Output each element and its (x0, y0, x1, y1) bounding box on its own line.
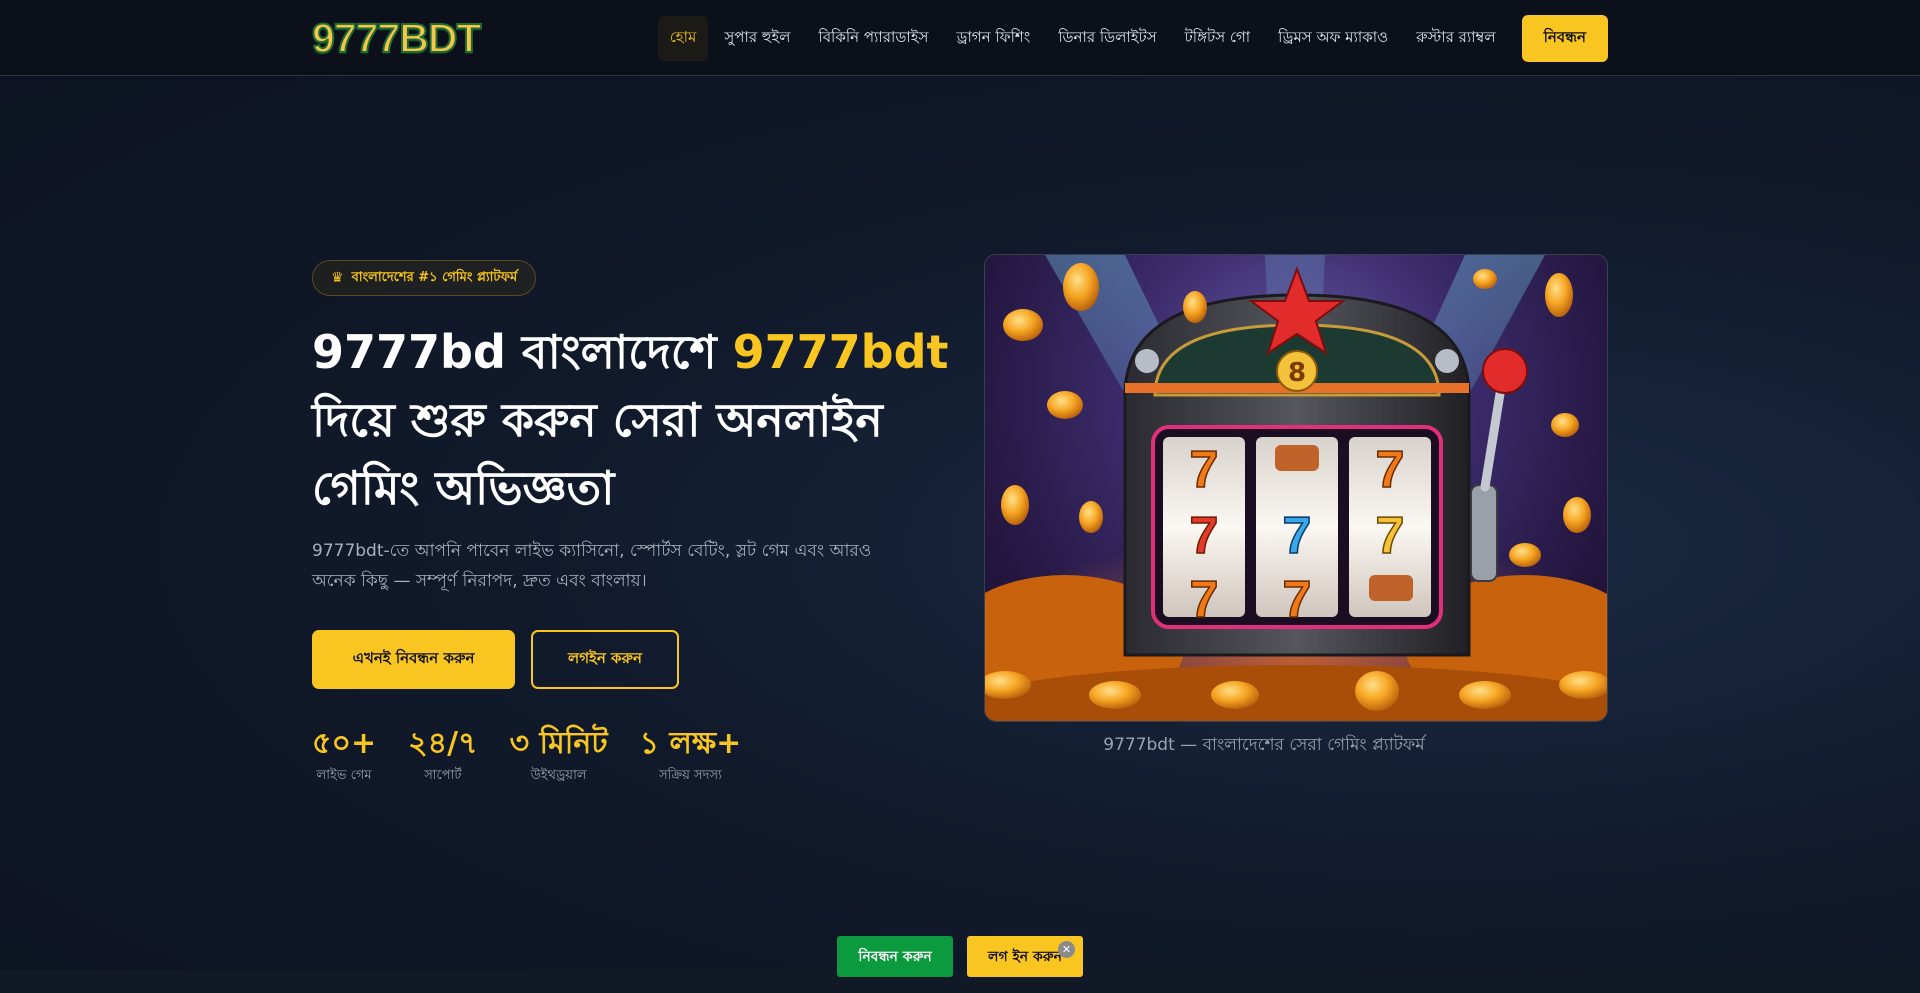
main-nav: হোম সুপার হুইল বিকিনি প্যারাডাইস ড্রাগন … (656, 14, 1608, 62)
svg-text:7: 7 (1283, 571, 1312, 629)
badge-label: বাংলাদেশের #১ গেমিং প্ল্যাটফর্ম (351, 269, 518, 285)
stat-label: সাপোর্ট (424, 768, 462, 783)
crown-icon: ♛ (331, 270, 344, 286)
stats-row: ৫০+ লাইভ গেম ২৪/৭ সাপোর্ট ৩ মিনিট উইথড্র… (312, 724, 741, 787)
bottom-strip (0, 970, 1920, 993)
site-header: 9777BDT হোম সুপার হুইল বিকিনি প্যারাডাইস… (0, 0, 1920, 76)
machine-number: 8 (1288, 358, 1306, 388)
nav-item-super-wheel[interactable]: সুপার হুইল (712, 16, 802, 61)
nav-item-dinner-delights[interactable]: ডিনার ডিলাইটস (1046, 16, 1168, 61)
platform-badge: ♛ বাংলাদেশের #১ গেমিং প্ল্যাটফর্ম (312, 260, 537, 296)
stat-value: ৩ মিনিট (509, 726, 608, 761)
stat-withdrawal: ৩ মিনিট উইথড্রয়াল (510, 724, 608, 787)
svg-text:7: 7 (1190, 507, 1219, 565)
hero-title-accent: 9777bdt (732, 325, 949, 379)
floating-register-button[interactable]: নিবন্ধন করুন (837, 936, 953, 977)
nav-item-home[interactable]: হোম (657, 15, 709, 61)
image-caption: 9777bdt — বাংলাদেশের সেরা গেমিং প্ল্যাটফ… (1103, 735, 1425, 755)
hero-title: 9777bd বাংলাদেশে 9777bdt দিয়ে শুরু করুন … (312, 318, 952, 522)
nav-item-bikini-paradise[interactable]: বিকিনি প্যারাডাইস (806, 16, 940, 61)
stat-support: ২৪/৭ সাপোর্ট (408, 724, 477, 787)
nav-item-dragon-fishing[interactable]: ড্রাগন ফিশিং (944, 16, 1042, 61)
hero-description: 9777bdt-তে আপনি পাবেন লাইভ ক্যাসিনো, স্প… (312, 541, 872, 591)
hero-title-part1: 9777bd বাংলাদেশে (312, 325, 733, 379)
stat-label: লাইভ গেম (316, 768, 372, 783)
stat-label: উইথড্রয়াল (530, 768, 587, 783)
stat-label: সক্রিয় সদস্য (659, 768, 722, 783)
header-register-button[interactable]: নিবন্ধন (1521, 14, 1608, 62)
svg-text:7: 7 (1376, 441, 1405, 499)
nav-item-rooster-rumble[interactable]: রুস্টার র‍্যাম্বল (1404, 16, 1507, 61)
nav-item-dreams-of-macau[interactable]: ড্রিমস অফ ম্যাকাও (1266, 16, 1400, 61)
stat-live-games: ৫০+ লাইভ গেম (312, 724, 376, 787)
register-now-button[interactable]: এখনই নিবন্ধন করুন (312, 630, 515, 689)
login-button[interactable]: লগইন করুন (531, 630, 679, 689)
close-icon[interactable]: ✕ (1058, 941, 1075, 958)
site-logo[interactable]: 9777BDT (311, 15, 482, 61)
slot-machine-image: 8 7 7 7 7 7 7 7 (984, 254, 1608, 722)
slot-machine-illustration: 8 7 7 7 7 7 7 7 (985, 255, 1607, 721)
stat-value: ২৪/৭ (408, 726, 478, 761)
svg-text:7: 7 (1283, 507, 1312, 565)
stat-value: ৫০+ (312, 726, 377, 761)
stat-active-members: ১ লক্ষ+ সক্রিয় সদস্য (640, 724, 742, 787)
svg-text:7: 7 (1376, 507, 1405, 565)
nav-item-tongits-go[interactable]: টঙ্গিটস গো (1173, 16, 1263, 61)
hero-title-part2: দিয়ে শুরু করুন সেরা অনলাইন গেমিং অভিজ্ঞ… (312, 393, 883, 515)
svg-text:7: 7 (1190, 571, 1219, 629)
svg-text:7: 7 (1190, 441, 1219, 499)
stat-value: ১ লক্ষ+ (639, 726, 742, 761)
